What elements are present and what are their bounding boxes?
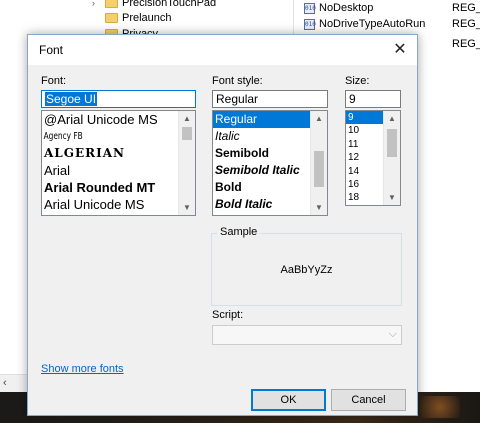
sample-group: AaBbYyZz bbox=[211, 233, 402, 306]
size-item-selected[interactable]: 9 bbox=[346, 111, 383, 125]
reg-binary-icon: 010 bbox=[304, 18, 316, 30]
scroll-thumb[interactable] bbox=[182, 127, 192, 140]
scroll-up-icon[interactable]: ▲ bbox=[384, 111, 400, 126]
size-label: Size: bbox=[345, 75, 370, 87]
size-item[interactable]: 18 bbox=[346, 191, 383, 204]
size-item[interactable]: 16 bbox=[346, 178, 383, 191]
tree-item-label: Prelaunch bbox=[122, 12, 172, 24]
font-style-list-items: Regular Italic Semibold Semibold Italic … bbox=[213, 111, 310, 215]
scroll-left-icon[interactable]: ‹ bbox=[3, 377, 7, 389]
size-value: 9 bbox=[349, 92, 356, 106]
scroll-down-icon[interactable]: ▼ bbox=[311, 200, 327, 215]
font-style-label: Font style: bbox=[212, 75, 263, 87]
font-list-scrollbar[interactable]: ▲ ▼ bbox=[178, 111, 195, 215]
script-label: Script: bbox=[212, 309, 244, 321]
size-input[interactable]: 9 bbox=[345, 90, 401, 108]
expand-arrow-icon[interactable]: › bbox=[92, 0, 101, 8]
scroll-down-icon[interactable]: ▼ bbox=[384, 190, 400, 205]
folder-icon bbox=[105, 13, 118, 23]
value-name: NoDesktop bbox=[319, 2, 374, 14]
dialog-title: Font bbox=[39, 43, 64, 57]
size-item[interactable]: 10 bbox=[346, 124, 383, 137]
font-list-item[interactable]: ALGERIAN bbox=[42, 145, 178, 162]
close-icon: ✕ bbox=[393, 41, 407, 58]
font-style-item[interactable]: Semibold Italic bbox=[213, 162, 310, 179]
font-style-input[interactable]: Regular bbox=[212, 90, 328, 108]
font-style-item[interactable]: Italic bbox=[213, 128, 310, 145]
script-select[interactable]: ⌵ bbox=[212, 325, 402, 345]
font-list-item[interactable]: Agency FB bbox=[42, 128, 154, 145]
font-style-item[interactable]: Bold Italic bbox=[213, 196, 310, 213]
font-name-input[interactable]: Segoe UI bbox=[41, 90, 196, 108]
size-item[interactable]: 12 bbox=[346, 151, 383, 164]
font-style-scrollbar[interactable]: ▲ ▼ bbox=[310, 111, 327, 215]
tree-item-label: PrecisionTouchPad bbox=[122, 0, 217, 9]
show-more-fonts-link[interactable]: Show more fonts bbox=[41, 363, 124, 375]
taskbar-glow bbox=[420, 396, 460, 418]
values-pane-area bbox=[420, 60, 480, 392]
sample-label: Sample bbox=[217, 226, 261, 238]
value-name: NoDriveTypeAutoRun bbox=[319, 18, 426, 30]
size-list[interactable]: 9 10 11 12 14 16 18 ▲ ▼ bbox=[345, 110, 401, 206]
font-style-value: Regular bbox=[216, 92, 259, 106]
font-style-item[interactable]: Bold bbox=[213, 179, 310, 196]
font-list[interactable]: @Arial Unicode MS Agency FB ALGERIAN Ari… bbox=[41, 110, 196, 216]
font-style-item[interactable]: Semibold bbox=[213, 145, 310, 162]
chevron-down-icon: ⌵ bbox=[388, 328, 397, 340]
reg-binary-icon: 010 bbox=[304, 2, 316, 14]
font-label: Font: bbox=[41, 75, 67, 87]
font-list-item[interactable]: Arial Rounded MT bbox=[42, 179, 178, 196]
size-list-items: 9 10 11 12 14 16 18 bbox=[346, 111, 383, 205]
size-item[interactable]: 14 bbox=[346, 165, 383, 178]
scroll-up-icon[interactable]: ▲ bbox=[311, 111, 327, 126]
font-style-item-selected[interactable]: Regular bbox=[213, 111, 310, 128]
value-row[interactable]: 010 NoDesktop REG_DW bbox=[304, 0, 480, 16]
scroll-thumb[interactable] bbox=[314, 151, 324, 187]
sample-text: AaBbYyZz bbox=[280, 264, 333, 276]
font-list-item[interactable]: Arial Unicode MS bbox=[42, 196, 178, 213]
value-type: REG_DW bbox=[452, 2, 480, 14]
font-name-value: Segoe UI bbox=[45, 92, 98, 106]
font-list-items: @Arial Unicode MS Agency FB ALGERIAN Ari… bbox=[42, 111, 178, 215]
font-style-list[interactable]: Regular Italic Semibold Semibold Italic … bbox=[212, 110, 328, 216]
font-list-item[interactable]: @Arial Unicode MS bbox=[42, 111, 178, 128]
dialog-title-bar: Font ✕ bbox=[28, 35, 417, 65]
font-dialog: Font ✕ Font: Segoe UI @Arial Unicode MS … bbox=[27, 34, 418, 416]
size-scrollbar[interactable]: ▲ ▼ bbox=[383, 111, 400, 205]
cancel-button[interactable]: Cancel bbox=[331, 389, 406, 411]
value-type: REG_DW bbox=[452, 38, 480, 50]
close-button[interactable]: ✕ bbox=[389, 39, 411, 61]
folder-icon bbox=[105, 0, 118, 8]
scroll-thumb[interactable] bbox=[387, 129, 397, 157]
size-item[interactable]: 11 bbox=[346, 138, 383, 151]
scroll-down-icon[interactable]: ▼ bbox=[179, 200, 195, 215]
value-type: REG_DW bbox=[452, 18, 480, 30]
font-list-item[interactable]: Arial bbox=[42, 162, 178, 179]
scroll-up-icon[interactable]: ▲ bbox=[179, 111, 195, 126]
value-row[interactable]: 010 NoDriveTypeAutoRun REG_DW bbox=[304, 16, 480, 32]
ok-button[interactable]: OK bbox=[251, 389, 326, 411]
tree-item-prelaunch[interactable]: Prelaunch bbox=[105, 10, 172, 26]
